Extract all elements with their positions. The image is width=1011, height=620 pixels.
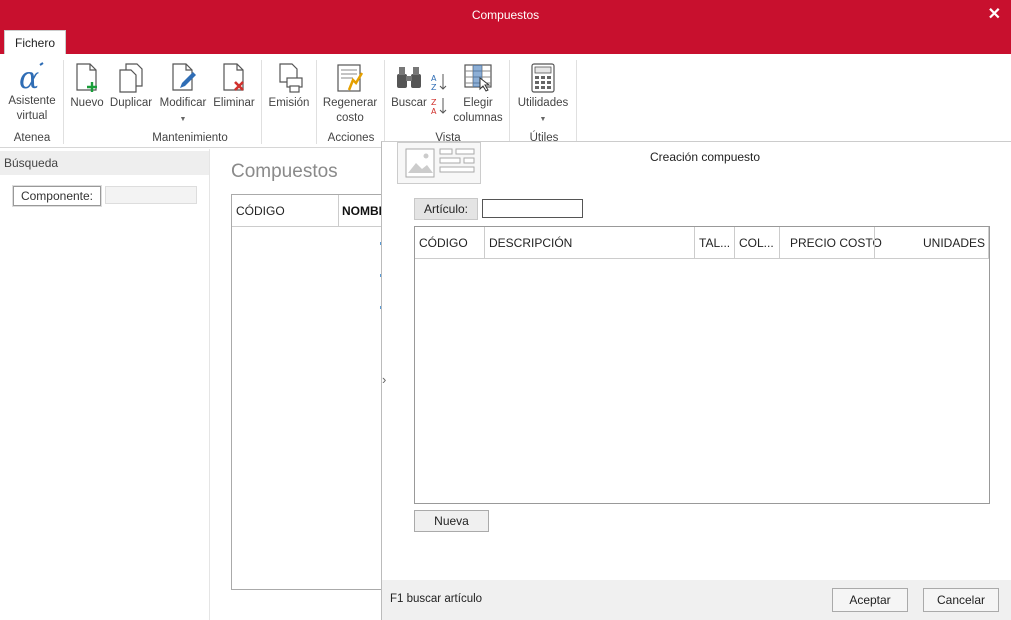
column-header-precio-costo[interactable]: PRECIO COSTO: [790, 236, 882, 250]
column-header-unidades[interactable]: UNIDADES: [923, 236, 985, 250]
svg-text:A: A: [431, 107, 437, 116]
emision-button[interactable]: Emisión: [266, 62, 312, 111]
articulo-input[interactable]: [482, 199, 583, 218]
grid-header: CÓDIGO DESCRIPCIÓN TAL... COL... PRECIO …: [415, 227, 989, 259]
group-mantenimiento-label: Mantenimiento: [152, 132, 228, 144]
delete-document-icon: [223, 63, 244, 91]
new-document-icon: [76, 63, 97, 92]
close-icon[interactable]: ✕: [988, 4, 1001, 24]
status-hint: F1 buscar artículo: [390, 593, 483, 605]
dropdown-arrow-icon: ▼: [539, 116, 547, 123]
regenerar-label: Regenerar: [322, 97, 378, 109]
utilidades-label: Utilidades: [517, 97, 569, 109]
window-title: Compuestos: [471, 8, 540, 22]
grid-header: CÓDIGO NOMBRE: [232, 195, 395, 227]
sort-za-button[interactable]: Z A: [430, 96, 448, 121]
aceptar-button[interactable]: Aceptar: [832, 588, 908, 612]
sort-az-icon: A Z: [431, 74, 447, 92]
column-divider: [694, 227, 695, 259]
group-atenea-label: Atenea: [13, 132, 51, 144]
componente-input[interactable]: [105, 186, 197, 204]
binoculars-icon: [397, 67, 421, 88]
buscar-button[interactable]: Buscar: [389, 62, 429, 111]
svg-text:α: α: [19, 62, 39, 92]
separator: [576, 60, 577, 144]
utilidades-button[interactable]: Utilidades ▼: [514, 62, 572, 127]
nuevo-label: Nuevo: [70, 97, 104, 109]
nuevo-button[interactable]: Nuevo: [68, 62, 106, 111]
column-divider: [988, 227, 989, 259]
cancelar-button[interactable]: Cancelar: [923, 588, 999, 612]
dropdown-arrow-icon: ▼: [179, 116, 187, 123]
alpha-icon: α: [19, 62, 44, 92]
asistente-label: Asistente: [8, 95, 56, 107]
dialog-title: Creación compuesto: [650, 150, 761, 164]
search-sidebar: Búsqueda Componente:: [0, 149, 210, 620]
column-divider: [779, 227, 780, 259]
virtual-label: virtual: [16, 110, 48, 122]
column-header-codigo[interactable]: CÓDIGO: [236, 204, 285, 218]
componentes-grid[interactable]: CÓDIGO DESCRIPCIÓN TAL... COL... PRECIO …: [414, 226, 990, 504]
emision-label: Emisión: [268, 97, 310, 109]
group-acciones-label: Acciones: [327, 132, 375, 144]
modificar-label: Modificar: [159, 97, 207, 109]
chevron-right-icon[interactable]: ›: [382, 372, 386, 387]
buscar-label: Buscar: [391, 97, 427, 109]
elegir-label: Elegir: [463, 97, 493, 109]
separator: [384, 60, 385, 144]
costo-label: costo: [336, 112, 364, 124]
compuestos-grid[interactable]: CÓDIGO NOMBRE: [231, 194, 395, 590]
svg-text:A: A: [431, 74, 437, 83]
sort-az-button[interactable]: A Z: [430, 72, 448, 97]
separator: [316, 60, 317, 144]
regenerate-cost-icon: [337, 64, 364, 92]
tab-fichero[interactable]: Fichero: [4, 30, 66, 54]
duplicar-button[interactable]: Duplicar: [108, 62, 154, 111]
nueva-button[interactable]: Nueva: [414, 510, 489, 532]
columnas-label: columnas: [453, 112, 503, 124]
column-divider: [874, 227, 875, 259]
dialog-footer: F1 buscar artículo Aceptar Cancelar: [382, 580, 1011, 620]
column-divider: [338, 195, 339, 227]
title-bar: Compuestos ✕ Fichero: [0, 0, 1011, 54]
modificar-button[interactable]: Modificar ▼: [156, 62, 210, 127]
separator: [63, 60, 64, 144]
picture-icon: [405, 148, 475, 178]
componente-label: Componente:: [12, 185, 102, 207]
image-placeholder-icon[interactable]: [397, 142, 481, 184]
duplicar-label: Duplicar: [109, 97, 153, 109]
column-header-talla[interactable]: TAL...: [699, 236, 730, 250]
duplicate-icon: [119, 63, 143, 93]
column-divider: [734, 227, 735, 259]
svg-text:Z: Z: [431, 83, 437, 92]
creacion-compuesto-dialog: Creación compuesto Artículo: CÓDIGO DESC…: [381, 141, 1011, 620]
edit-document-icon: [172, 63, 196, 91]
asistente-virtual-button[interactable]: α Asistente virtual: [6, 62, 58, 124]
regenerar-costo-button[interactable]: Regenerar costo: [320, 62, 380, 126]
print-icon: [279, 63, 303, 93]
column-header-descripcion[interactable]: DESCRIPCIÓN: [489, 236, 572, 250]
ribbon: α Asistente virtual Atenea Nuevo Duplica…: [0, 54, 1011, 148]
eliminar-label: Eliminar: [213, 97, 255, 109]
column-divider: [484, 227, 485, 259]
calculator-icon: [531, 63, 555, 93]
articulo-button[interactable]: Artículo:: [414, 198, 478, 220]
eliminar-button[interactable]: Eliminar: [211, 62, 257, 111]
column-header-color[interactable]: COL...: [739, 236, 774, 250]
page-title: Compuestos: [231, 161, 338, 182]
sidebar-header[interactable]: Búsqueda: [0, 151, 209, 175]
sort-za-icon: Z A: [431, 98, 447, 116]
choose-columns-icon: [464, 64, 492, 92]
svg-text:Z: Z: [431, 98, 437, 107]
separator: [509, 60, 510, 144]
elegir-columnas-button[interactable]: Elegir columnas: [452, 62, 504, 126]
column-header-codigo[interactable]: CÓDIGO: [419, 236, 468, 250]
